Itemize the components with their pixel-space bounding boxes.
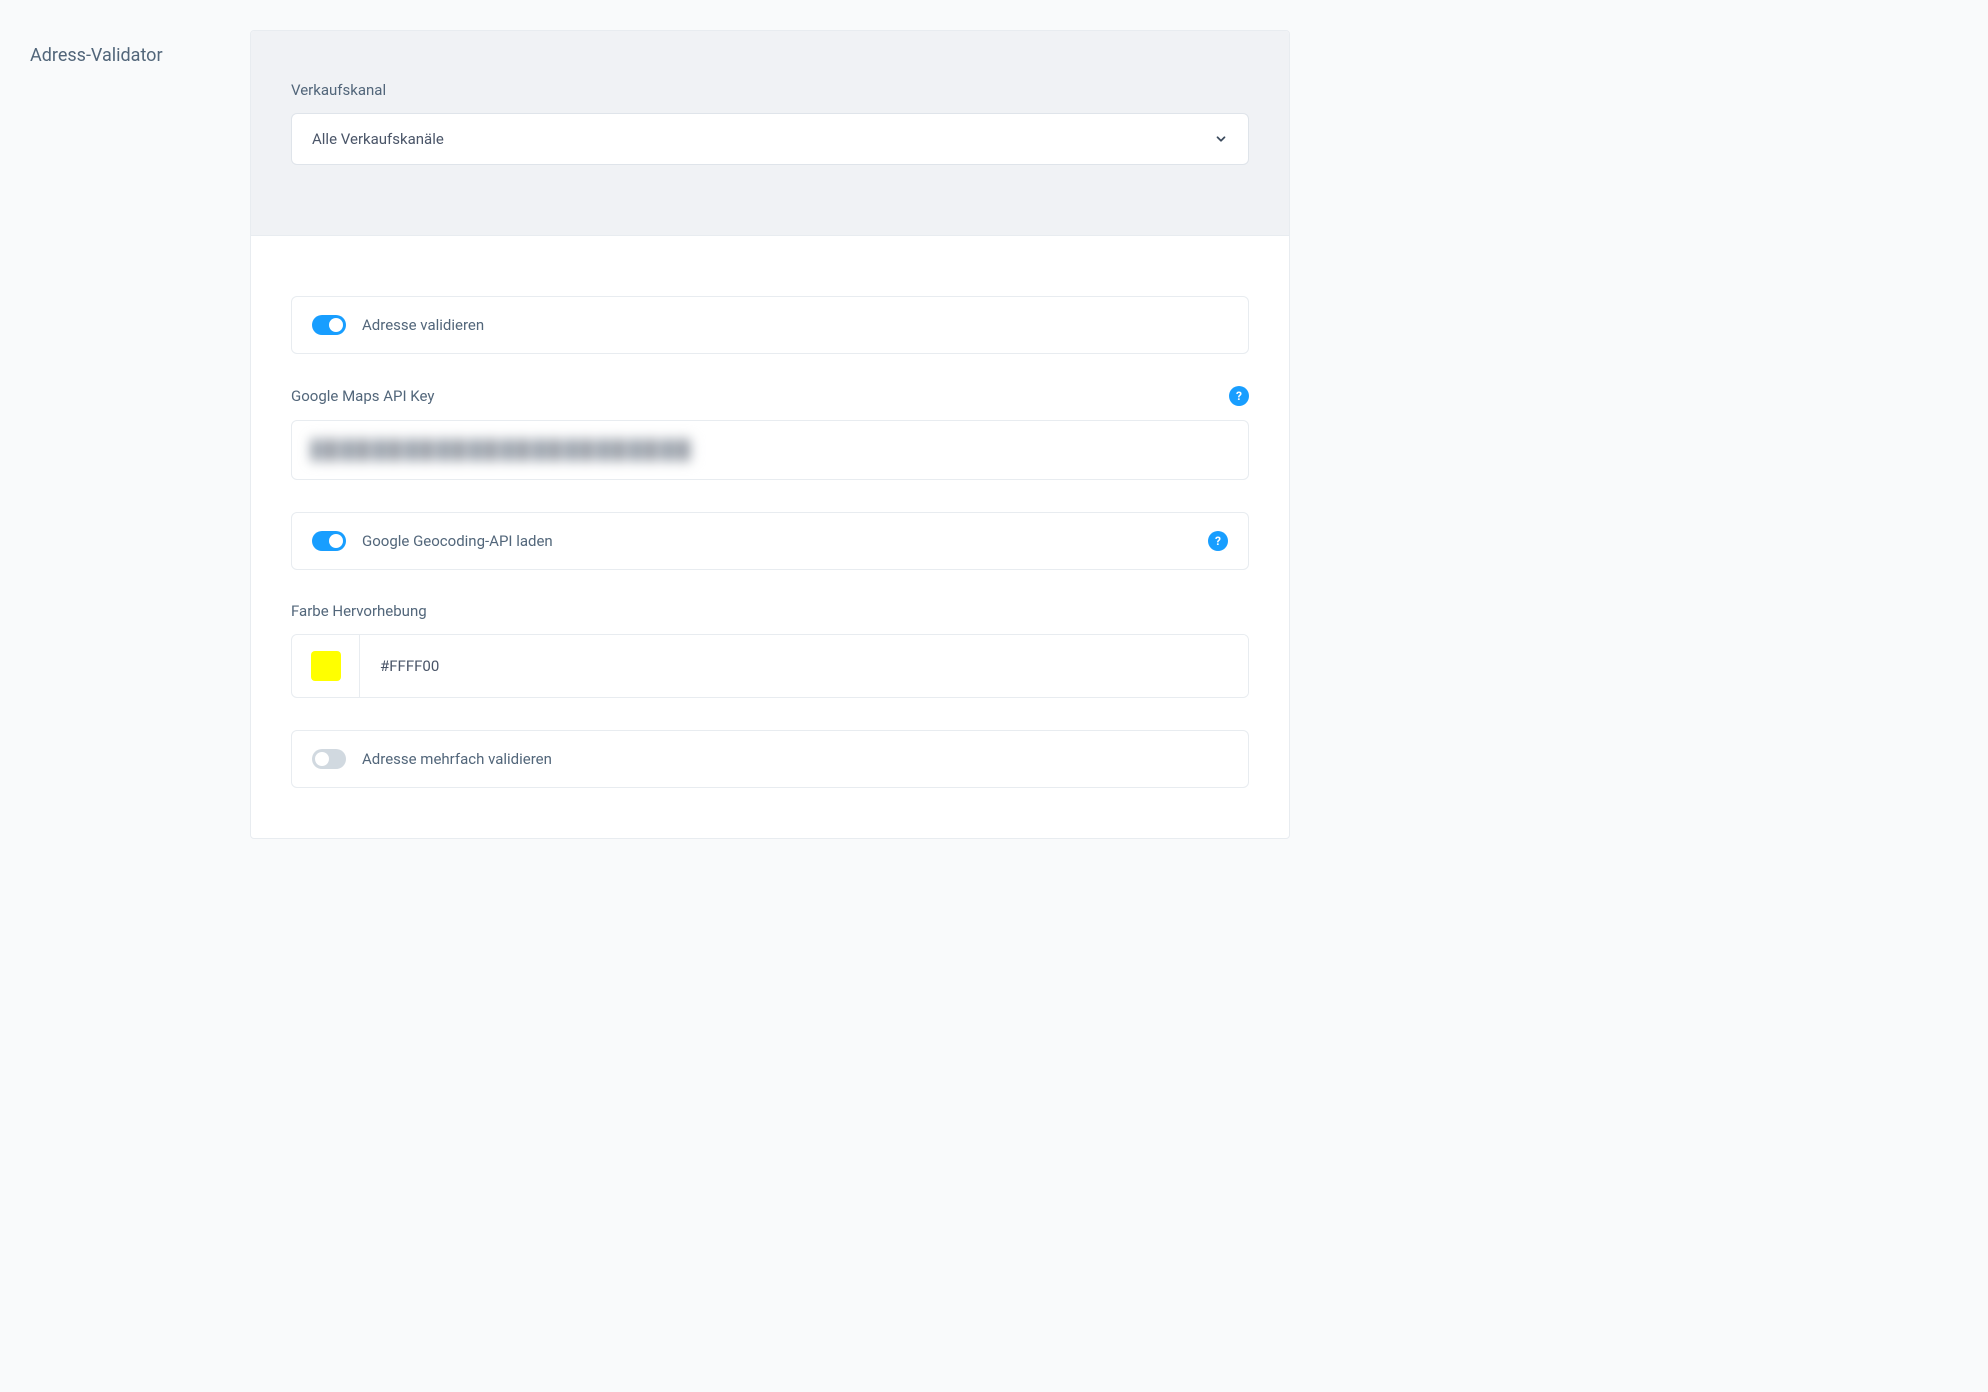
card-header: Verkaufskanal Alle Verkaufskanäle [251,31,1289,236]
highlight-color-row [291,634,1249,698]
color-swatch[interactable] [292,635,360,697]
load-geocoding-row: Google Geocoding-API laden ? [291,512,1249,570]
channel-selected-value: Alle Verkaufskanäle [312,130,444,148]
validate-address-toggle[interactable] [312,315,346,335]
highlight-color-label: Farbe Hervorhebung [291,602,1249,620]
validate-address-row: Adresse validieren [291,296,1249,354]
chevron-down-icon [1214,132,1228,146]
api-key-input[interactable] [291,420,1249,480]
load-geocoding-label: Google Geocoding-API laden [362,532,553,550]
channel-label: Verkaufskanal [291,81,1249,99]
config-card: Verkaufskanal Alle Verkaufskanäle Adress… [250,30,1290,839]
validate-address-label: Adresse validieren [362,316,484,334]
channel-select[interactable]: Alle Verkaufskanäle [291,113,1249,165]
load-geocoding-toggle[interactable] [312,531,346,551]
help-icon[interactable]: ? [1229,386,1249,406]
api-key-label: Google Maps API Key [291,387,434,405]
validate-multiple-row: Adresse mehrfach validieren [291,730,1249,788]
help-icon[interactable]: ? [1208,531,1228,551]
validate-multiple-toggle[interactable] [312,749,346,769]
validate-multiple-label: Adresse mehrfach validieren [362,750,552,768]
page-title: Adress-Validator [30,30,230,839]
api-key-value-blurred [312,439,692,461]
card-body: Adresse validieren Google Maps API Key ? [251,236,1289,838]
highlight-color-input[interactable] [360,635,1248,697]
color-swatch-inner [311,651,341,681]
